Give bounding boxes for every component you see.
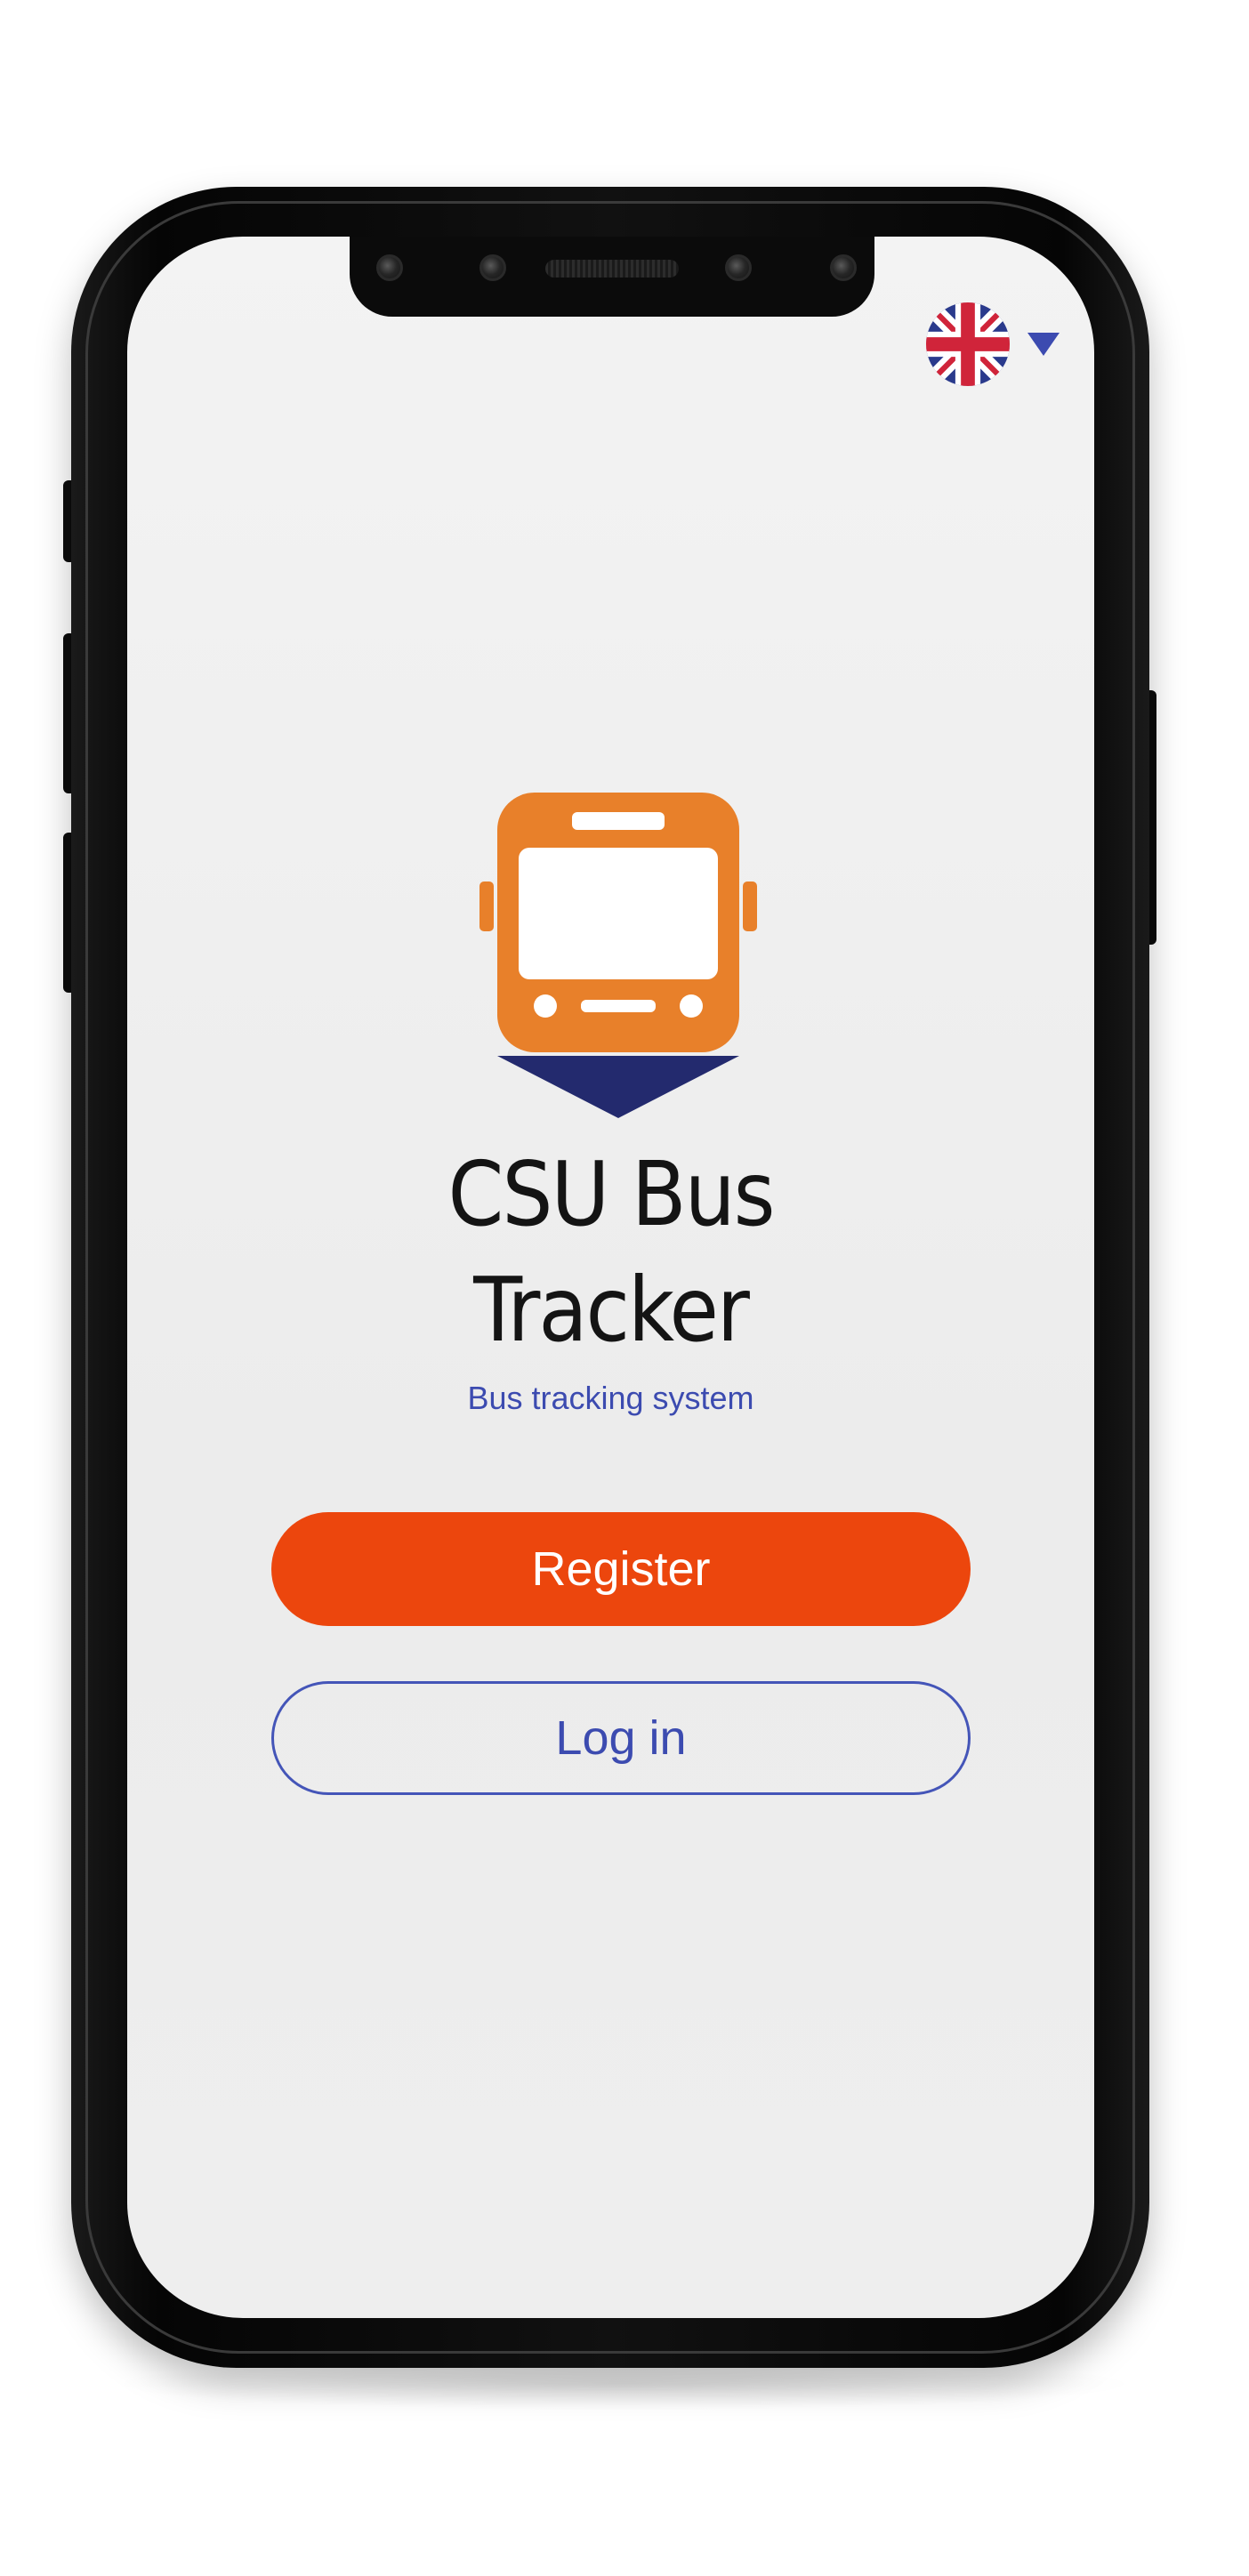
mockup-stage: CSU Bus Tracker Bus tracking system Regi… [0, 0, 1249, 2576]
login-button[interactable]: Log in [271, 1681, 971, 1795]
app-title-line1: CSU Bus [447, 1142, 775, 1246]
language-selector[interactable] [926, 302, 1060, 391]
app-title: CSU Bus Tracker [127, 1137, 1094, 1368]
phone-notch [350, 237, 874, 317]
register-button[interactable]: Register [271, 1512, 971, 1626]
proximity-sensor-icon [830, 254, 857, 281]
caret-down-icon [1027, 333, 1060, 356]
app-subtitle: Bus tracking system [467, 1380, 754, 1416]
uk-flag-icon [926, 302, 1010, 386]
sensor-icon [376, 254, 403, 281]
app-screen: CSU Bus Tracker Bus tracking system Regi… [127, 237, 1094, 2318]
earpiece-speaker [545, 260, 679, 278]
front-camera-icon [479, 254, 506, 281]
app-title-line2: Tracker [473, 1258, 750, 1362]
bus-logo-icon [479, 793, 757, 1118]
sensor-icon [725, 254, 752, 281]
